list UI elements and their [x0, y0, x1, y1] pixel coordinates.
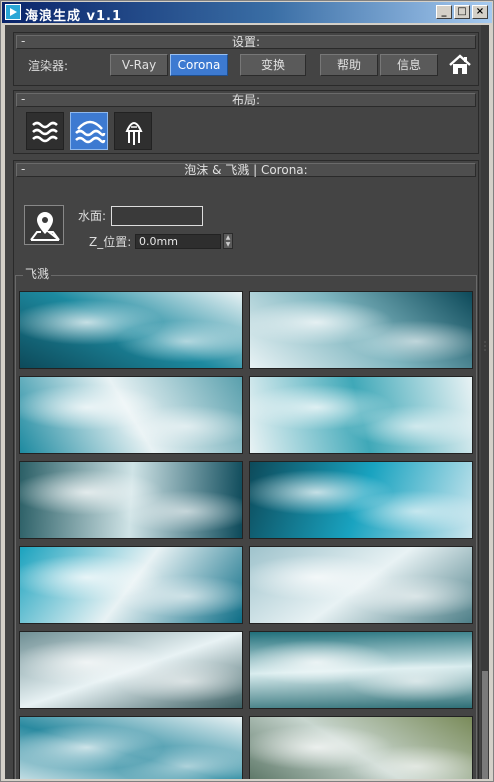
scroll-thumb[interactable] — [482, 671, 488, 779]
info-button[interactable]: 信息 — [380, 54, 438, 76]
minimize-button[interactable]: _ — [436, 5, 452, 19]
close-button[interactable]: × — [472, 5, 488, 19]
settings-rollout: - 设置: 渲染器: V-Ray Corona 变换 帮助 信息 — [13, 32, 479, 86]
corona-button[interactable]: Corona — [170, 54, 228, 76]
foam-texture-thumbnail[interactable] — [249, 716, 473, 779]
foam-texture-thumbnail[interactable] — [19, 376, 243, 454]
layout-title: 布局: — [231, 93, 261, 107]
waves-selected-icon — [75, 120, 106, 144]
title-bar[interactable]: 海浪生成 v1.1 _ □ × — [2, 2, 492, 24]
z-position-spinner[interactable]: ▲ ▼ — [223, 233, 233, 249]
renderer-label: 渲染器: — [28, 59, 69, 73]
spinner-down-icon[interactable]: ▼ — [224, 241, 232, 248]
client-area: - 设置: 渲染器: V-Ray Corona 变换 帮助 信息 - 布局: -… — [5, 25, 489, 779]
vray-button[interactable]: V-Ray — [110, 54, 168, 76]
surface-label: 水面: — [78, 209, 107, 223]
help-button[interactable]: 帮助 — [320, 54, 378, 76]
jellyfish-icon — [125, 122, 143, 145]
settings-title: 设置: — [231, 35, 261, 49]
waves-selected-button[interactable] — [70, 112, 108, 150]
foam-texture-thumbnail[interactable] — [249, 631, 473, 709]
app-window: 海浪生成 v1.1 _ □ × - 设置: 渲染器: V-Ray Corona … — [0, 0, 494, 782]
foam-texture-thumbnail[interactable] — [249, 376, 473, 454]
app-icon — [5, 4, 21, 20]
foam-texture-thumbnail[interactable] — [19, 461, 243, 539]
splash-group-label: 飞溅 — [23, 265, 52, 282]
spinner-up-icon[interactable]: ▲ — [224, 234, 232, 241]
pick-surface-button[interactable] — [24, 205, 64, 245]
foam-texture-thumbnail[interactable] — [249, 291, 473, 369]
foam-texture-thumbnail[interactable] — [19, 291, 243, 369]
waves-icon — [32, 121, 58, 143]
foam-texture-thumbnail[interactable] — [19, 546, 243, 624]
foam-title: 泡沫 & 飞溅 | Corona: — [184, 163, 308, 177]
foam-texture-thumbnail[interactable] — [19, 631, 243, 709]
scroll-grip-icon[interactable]: · · · — [481, 339, 489, 355]
surface-field[interactable] — [111, 206, 203, 226]
home-icon[interactable] — [448, 53, 472, 77]
foam-texture-thumbnail[interactable] — [249, 461, 473, 539]
scrollbar[interactable]: · · · — [481, 25, 489, 779]
z-position-input[interactable]: 0.0mm — [135, 234, 221, 249]
foam-texture-thumbnail[interactable] — [19, 716, 243, 779]
foam-texture-thumbnail[interactable] — [249, 546, 473, 624]
foam-rollout-header[interactable]: - 泡沫 & 飞溅 | Corona: — [16, 162, 476, 177]
map-pin-icon — [30, 212, 60, 241]
settings-rollout-header[interactable]: - 设置: — [16, 34, 476, 49]
transform-button[interactable]: 变换 — [240, 54, 306, 76]
layout-rollout: - 布局: — [13, 90, 479, 154]
z-position-label: Z_位置: — [89, 235, 132, 249]
window-title: 海浪生成 v1.1 — [25, 9, 123, 24]
jellyfish-button[interactable] — [114, 112, 152, 150]
maximize-button[interactable]: □ — [454, 5, 470, 19]
layout-rollout-header[interactable]: - 布局: — [16, 92, 476, 107]
waves-button[interactable] — [26, 112, 64, 150]
